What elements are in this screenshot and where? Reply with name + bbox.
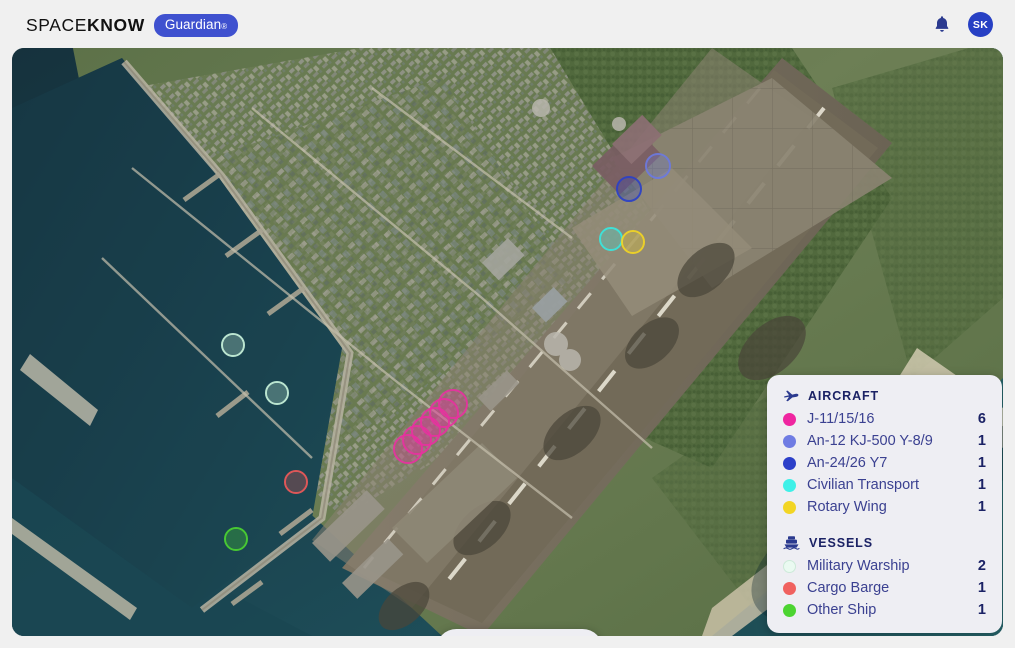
map-marker[interactable] — [284, 470, 308, 494]
app-root: SPACEKNOW Guardian ® SK AIRCRAFT J-11/15… — [0, 0, 1015, 648]
ship-icon — [783, 535, 800, 550]
legend-color-dot — [783, 434, 796, 448]
legend-color-dot — [783, 500, 796, 514]
header-actions: SK — [930, 12, 993, 37]
guardian-product-badge[interactable]: Guardian ® — [153, 14, 239, 37]
legend-row[interactable]: Rotary Wing 1 — [783, 496, 986, 518]
legend-item-label: Military Warship — [807, 558, 910, 574]
legend-item-count: 2 — [977, 558, 986, 574]
map-marker[interactable] — [645, 153, 671, 179]
logo-text: SPACEKNOW — [26, 15, 145, 36]
legend-color-dot — [783, 456, 796, 470]
legend-row[interactable]: Military Warship 2 — [783, 555, 986, 577]
map-marker[interactable] — [616, 176, 642, 202]
legend-section-title: VESSELS — [809, 535, 873, 550]
map-marker[interactable] — [221, 333, 245, 357]
brand-logo[interactable]: SPACEKNOW Guardian ® — [26, 14, 239, 37]
map-marker[interactable] — [265, 381, 289, 405]
map-marker[interactable] — [224, 527, 248, 551]
legend-item-label: J-11/15/16 — [807, 411, 875, 427]
legend-row[interactable]: Cargo Barge 1 — [783, 577, 986, 599]
user-avatar[interactable]: SK — [968, 12, 993, 37]
satellite-map[interactable]: AIRCRAFT J-11/15/16 6 An-12 KJ-500 Y-8/9 1 An… — [12, 48, 1003, 636]
legend-row[interactable]: Civilian Transport 1 — [783, 474, 986, 496]
map-marker[interactable] — [621, 230, 645, 254]
legend-row[interactable]: An-12 KJ-500 Y-8/9 1 — [783, 430, 986, 452]
legend-color-dot — [783, 603, 796, 617]
map-marker[interactable] — [599, 227, 623, 251]
legend-item-count: 1 — [977, 499, 986, 515]
legend-section-header-aircraft: AIRCRAFT — [783, 388, 986, 403]
legend-item-label: An-12 KJ-500 Y-8/9 — [807, 433, 933, 449]
logo-space-text: SPACE — [26, 14, 88, 35]
legend-item-count: 1 — [977, 433, 986, 449]
legend-item-label: An-24/26 Y7 — [807, 455, 888, 471]
legend-item-label: Rotary Wing — [807, 499, 887, 515]
detections-legend-panel[interactable]: AIRCRAFT J-11/15/16 6 An-12 KJ-500 Y-8/9 1 An… — [767, 375, 1002, 633]
date-navigation[interactable]: 31 Aug 2024 — [436, 629, 603, 636]
registered-mark: ® — [221, 22, 228, 31]
legend-item-label: Civilian Transport — [807, 477, 920, 493]
legend-item-count: 6 — [977, 411, 986, 427]
legend-color-dot — [783, 412, 796, 426]
legend-item-count: 1 — [977, 477, 986, 493]
map-marker[interactable] — [438, 389, 468, 419]
legend-row[interactable]: Other Ship 1 — [783, 599, 986, 621]
legend-section-title: AIRCRAFT — [808, 388, 880, 403]
guardian-badge-label: Guardian — [164, 17, 222, 32]
legend-row[interactable]: An-24/26 Y7 1 — [783, 452, 986, 474]
legend-item-count: 1 — [977, 580, 986, 596]
airplane-icon — [783, 388, 799, 403]
logo-know-text: KNOW — [87, 14, 145, 35]
avatar-initials: SK — [972, 18, 989, 31]
app-header: SPACEKNOW Guardian ® SK — [0, 0, 1015, 48]
legend-item-count: 1 — [977, 455, 986, 471]
bell-icon[interactable] — [930, 13, 954, 37]
legend-section-header-vessels: VESSELS — [783, 535, 986, 550]
legend-item-label: Cargo Barge — [807, 580, 890, 596]
legend-row[interactable]: J-11/15/16 6 — [783, 408, 986, 430]
legend-item-label: Other Ship — [807, 602, 877, 618]
legend-color-dot — [783, 478, 796, 492]
legend-color-dot — [783, 581, 796, 595]
legend-item-count: 1 — [977, 602, 986, 618]
legend-color-dot — [783, 559, 796, 573]
